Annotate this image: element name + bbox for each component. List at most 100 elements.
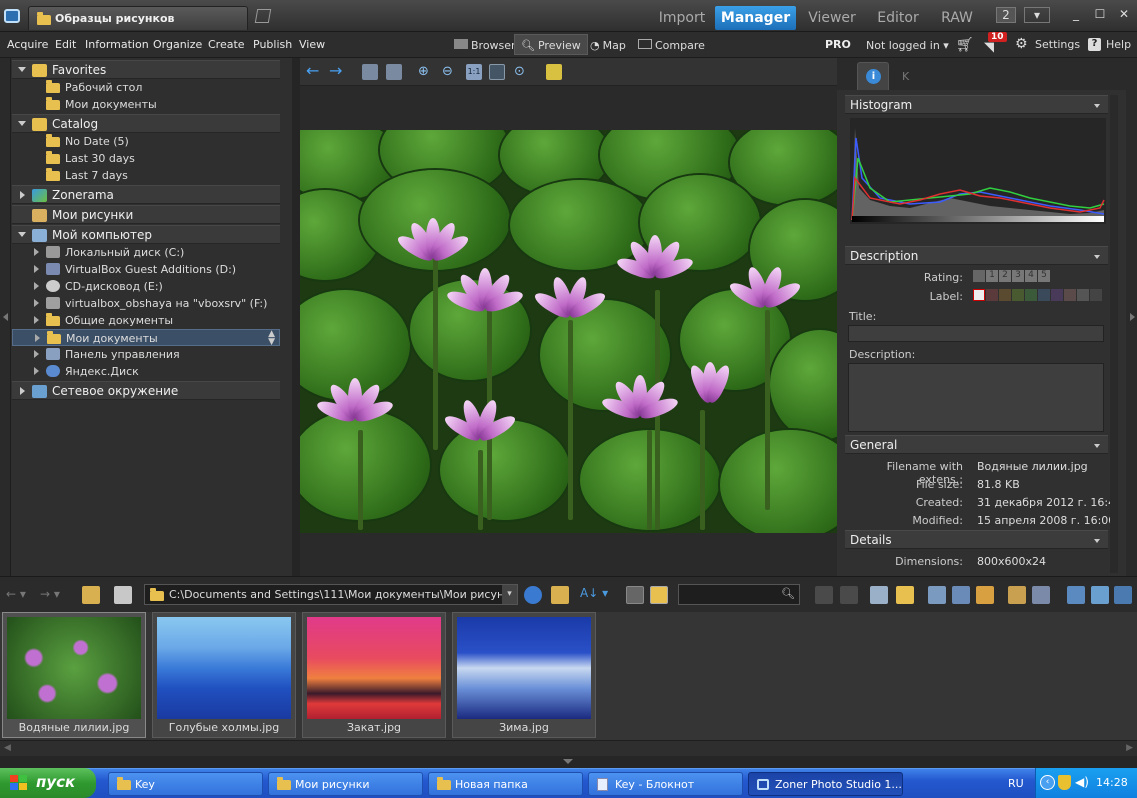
language-indicator[interactable]: RU <box>1008 777 1024 790</box>
effects-icon[interactable] <box>546 64 562 80</box>
histogram-header[interactable]: Histogram <box>845 95 1108 114</box>
maximize-button[interactable]: ☐ <box>1090 7 1110 23</box>
zoom-tool-icon[interactable]: ⊙ <box>514 64 530 80</box>
tree-item-drive-e[interactable]: CD-дисковод (E:) <box>12 278 280 295</box>
taskbar-item-notepad[interactable]: Key - Блокнот <box>588 772 743 796</box>
scroll-right-icon[interactable]: ▶ <box>1126 743 1133 753</box>
description-field[interactable] <box>848 363 1104 432</box>
label-green[interactable] <box>1025 289 1037 301</box>
rating-5[interactable]: 5 <box>1038 270 1050 282</box>
label-brown[interactable] <box>1064 289 1076 301</box>
filmstrip-icon[interactable] <box>928 586 946 604</box>
color-label-picker[interactable] <box>973 289 1102 301</box>
new-folder-icon[interactable] <box>114 586 132 604</box>
tree-item-control-panel[interactable]: Панель управления <box>12 346 280 363</box>
rating-clear-icon[interactable] <box>973 270 985 282</box>
fit-screen-icon[interactable] <box>489 64 505 80</box>
tree-item-drive-c[interactable]: Локальный диск (C:) <box>12 244 280 261</box>
mode-editor[interactable]: Editor <box>868 6 928 30</box>
reorder-icon[interactable]: ▲ ▼ <box>268 330 275 347</box>
menu-view[interactable]: View <box>299 38 325 51</box>
speaker-icon[interactable]: ◀) <box>1075 775 1089 789</box>
search-input[interactable]: 🔍︎ <box>678 584 800 605</box>
description-header[interactable]: Description <box>845 246 1108 265</box>
thumbnail-item[interactable]: Зима.jpg <box>452 612 596 738</box>
display-icon[interactable]: ▾ <box>1024 7 1050 23</box>
bottom-collapse-strip[interactable] <box>0 756 1137 768</box>
details-header[interactable]: Details <box>845 530 1108 549</box>
menu-publish[interactable]: Publish <box>253 38 292 51</box>
archive-icon[interactable] <box>976 586 994 604</box>
tree-item-drive-d[interactable]: VirtualBox Guest Additions (D:) <box>12 261 280 278</box>
sort-icon[interactable]: A↓ ▾ <box>580 586 608 600</box>
browser-view-button[interactable]: Browser <box>448 35 522 56</box>
mode-import[interactable]: Import <box>652 6 712 30</box>
menu-information[interactable]: Information <box>85 38 149 51</box>
close-button[interactable]: ✕ <box>1114 7 1134 23</box>
scroll-left-icon[interactable]: ◀ <box>4 743 11 753</box>
label-orange[interactable] <box>999 289 1011 301</box>
print-icon[interactable] <box>870 586 888 604</box>
folder-up-icon[interactable] <box>82 586 100 604</box>
refresh-icon[interactable] <box>524 586 542 604</box>
export-icon[interactable] <box>1032 586 1050 604</box>
tab-info[interactable]: i <box>857 62 889 90</box>
menu-edit[interactable]: Edit <box>55 38 76 51</box>
tree-item-my-documents[interactable]: Мои документы ▲ ▼ <box>12 329 280 347</box>
thumbnail-item[interactable]: Закат.jpg <box>302 612 446 738</box>
login-status[interactable]: Not logged in ▾ <box>866 39 949 52</box>
left-collapse-strip[interactable] <box>0 58 11 576</box>
panel-splitter[interactable] <box>292 58 300 576</box>
mode-viewer[interactable]: Viewer <box>800 6 864 30</box>
nav-back-icon[interactable]: ← ▾ <box>6 587 26 601</box>
monitor-button[interactable]: 2 <box>996 7 1016 23</box>
help-icon[interactable]: ? <box>1088 38 1101 51</box>
mode-raw[interactable]: RAW <box>932 6 982 30</box>
back-arrow-tray-icon[interactable]: ‹ <box>1040 775 1055 790</box>
rating-3[interactable]: 3 <box>1012 270 1024 282</box>
tree-my-computer[interactable]: Мой компьютер <box>12 225 280 244</box>
tree-item-drive-f[interactable]: virtualbox_obshaya на "vboxsrv" (F:) <box>12 295 280 312</box>
label-blue[interactable] <box>1038 289 1050 301</box>
tree-item-no-date[interactable]: No Date (5) <box>12 133 280 150</box>
general-header[interactable]: General <box>845 435 1108 454</box>
thumbnail-scrollbar[interactable]: ◀ ▶ <box>0 740 1137 756</box>
mode-manager[interactable]: Manager <box>715 6 796 30</box>
gear-icon[interactable]: ⚙ <box>1015 36 1028 52</box>
forward-arrow-icon[interactable]: → <box>329 63 345 80</box>
thumbnail-item[interactable]: Голубые холмы.jpg <box>152 612 296 738</box>
zoom-out-icon[interactable]: ⊖ <box>442 64 458 80</box>
info-scrollbar[interactable] <box>1110 95 1118 573</box>
wallpaper-icon[interactable] <box>1091 586 1109 604</box>
group-icon[interactable] <box>815 586 833 604</box>
preview-view-button[interactable]: 🔍︎ Preview <box>514 34 588 55</box>
label-gray[interactable] <box>1077 289 1089 301</box>
title-field[interactable] <box>848 325 1104 342</box>
minimize-button[interactable]: _ <box>1066 7 1086 23</box>
tree-item-my-documents-fav[interactable]: Мои документы <box>12 96 280 113</box>
actual-size-icon[interactable]: 1:1 <box>466 64 482 80</box>
tree-item-last-30[interactable]: Last 30 days <box>12 150 280 167</box>
taskbar-item-zoner[interactable]: Zoner Photo Studio 1... <box>748 772 903 796</box>
compare-view-button[interactable]: Compare <box>632 35 711 56</box>
rss-icon[interactable]: ◥ <box>984 40 994 55</box>
tree-zonerama[interactable]: Zonerama <box>12 185 280 204</box>
ungroup-icon[interactable] <box>840 586 858 604</box>
label-red[interactable] <box>986 289 998 301</box>
shield-icon[interactable] <box>1058 775 1071 790</box>
tree-item-yandex-disk[interactable]: Яндекс.Диск <box>12 363 280 380</box>
rating-control[interactable]: 1 2 3 4 5 <box>973 270 1050 282</box>
zoom-in-icon[interactable]: ⊕ <box>418 64 434 80</box>
email-icon[interactable] <box>896 586 914 604</box>
path-dropdown-icon[interactable]: ▾ <box>502 585 517 604</box>
cart-icon[interactable]: 🛒︎ <box>956 37 974 53</box>
slideshow-icon[interactable] <box>1114 586 1132 604</box>
rotate-left-icon[interactable] <box>362 64 378 80</box>
tree-item-last-7[interactable]: Last 7 days <box>12 167 280 184</box>
show-folders-icon[interactable] <box>650 586 668 604</box>
menu-acquire[interactable]: Acquire <box>7 38 48 51</box>
rating-4[interactable]: 4 <box>1025 270 1037 282</box>
path-field[interactable]: C:\Documents and Settings\111\Мои докуме… <box>144 584 518 605</box>
rotate-right-icon[interactable] <box>386 64 402 80</box>
folder-settings-icon[interactable] <box>551 586 569 604</box>
